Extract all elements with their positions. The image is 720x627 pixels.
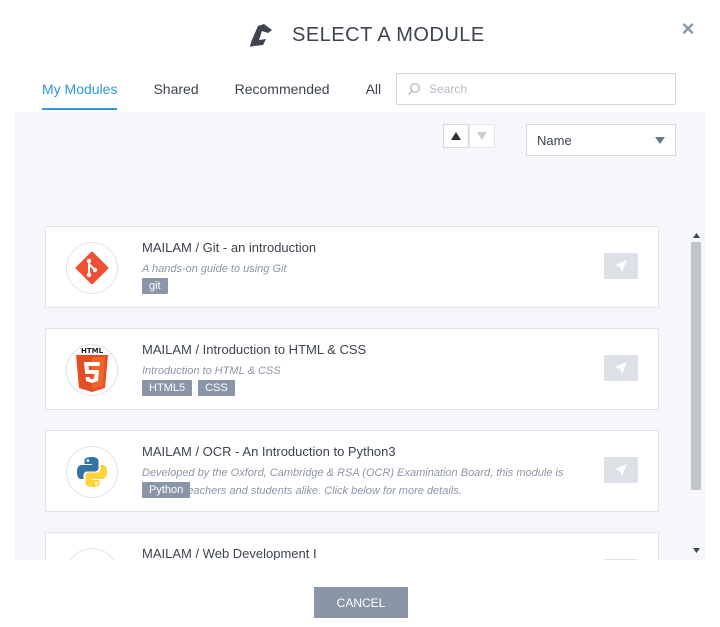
module-title: MAILAM / OCR - An Introduction to Python…: [142, 444, 396, 459]
tab-recommended[interactable]: Recommended: [235, 72, 330, 110]
launch-module-button[interactable]: [604, 253, 638, 279]
scroll-down-icon: [692, 547, 700, 553]
dialog-title-group: SELECT A MODULE: [248, 20, 485, 50]
module-list-panel: Name MAILAM / Git - an introduction A ha…: [15, 112, 705, 560]
module-card-html-css[interactable]: HTML MAILAM / Introduction to HTML & CSS…: [45, 328, 659, 410]
module-title: MAILAM / Git - an introduction: [142, 240, 317, 255]
search-input[interactable]: [429, 82, 659, 96]
dialog-header: SELECT A MODULE ×: [0, 0, 720, 70]
search-icon: [408, 83, 420, 95]
paper-plane-icon: [615, 464, 627, 476]
launch-module-button[interactable]: [604, 457, 638, 483]
tab-all[interactable]: All: [366, 72, 382, 110]
sort-field-select[interactable]: Name: [526, 124, 676, 156]
module-card-python[interactable]: MAILAM / OCR - An Introduction to Python…: [45, 430, 659, 512]
dialog-title: SELECT A MODULE: [292, 23, 485, 46]
html5-logo-icon: HTML: [66, 344, 118, 396]
paper-plane-icon: [615, 260, 627, 272]
triangle-up-icon: [451, 132, 461, 140]
tab-shared[interactable]: Shared: [153, 72, 198, 110]
git-logo-icon: [66, 242, 118, 294]
module-tabs: My Modules Shared Recommended All: [42, 72, 417, 110]
cancel-button[interactable]: CANCEL: [314, 587, 408, 618]
web-development-logo-icon: [66, 548, 118, 560]
scroll-up-icon: [692, 232, 700, 238]
module-list: MAILAM / Git - an introduction A hands-o…: [45, 226, 659, 560]
module-description: A hands-on guide to using Git: [142, 263, 287, 275]
sort-field-value: Name: [537, 132, 572, 148]
list-scrollbar[interactable]: [690, 230, 702, 555]
dialog-footer: CANCEL: [0, 560, 720, 627]
close-icon[interactable]: ×: [678, 18, 698, 40]
scroll-up-arrow[interactable]: [690, 230, 702, 240]
tag-badge: HTML5: [142, 380, 193, 396]
triangle-down-icon: [477, 132, 487, 140]
module-card-web-development[interactable]: MAILAM / Web Development I: [45, 532, 659, 560]
chevron-down-icon: [655, 136, 665, 144]
scroll-down-arrow[interactable]: [690, 545, 702, 555]
module-description: Developed by the Oxford, Cambridge & RSA…: [142, 467, 564, 497]
tag-badge: CSS: [198, 380, 235, 396]
python-logo-icon: [66, 446, 118, 498]
module-card-git[interactable]: MAILAM / Git - an introduction A hands-o…: [45, 226, 659, 308]
module-icon: [250, 24, 272, 47]
module-title: MAILAM / Introduction to HTML & CSS: [142, 342, 367, 357]
sort-descending-button[interactable]: [469, 124, 495, 148]
tab-my-modules[interactable]: My Modules: [42, 72, 118, 110]
module-tags: git: [142, 278, 174, 294]
module-tags: Python: [142, 482, 196, 498]
svg-text:HTML: HTML: [81, 347, 104, 355]
launch-module-button[interactable]: [604, 355, 638, 381]
tag-badge: Python: [142, 482, 191, 498]
module-description: Introduction to HTML & CSS: [142, 365, 281, 377]
sort-direction-group: [443, 124, 495, 148]
paper-plane-icon: [615, 362, 627, 374]
scroll-thumb[interactable]: [691, 242, 701, 490]
module-title: MAILAM / Web Development I: [142, 546, 317, 560]
tag-badge: git: [142, 278, 168, 294]
search-box: [396, 73, 676, 105]
scroll-track[interactable]: [690, 240, 702, 545]
sort-ascending-button[interactable]: [443, 124, 469, 148]
module-tags: HTML5 CSS: [142, 380, 241, 396]
